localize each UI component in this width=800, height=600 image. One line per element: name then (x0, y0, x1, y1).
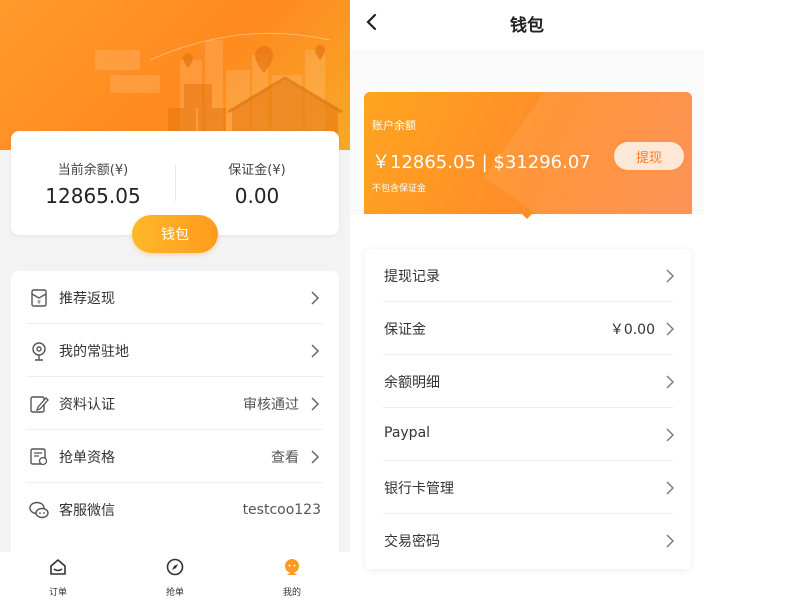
tab-grab-orders[interactable]: 抢单 (117, 552, 233, 600)
wallet-button[interactable]: 钱包 (132, 215, 218, 253)
menu-item-label: 银行卡管理 (384, 481, 454, 497)
chevron-right-icon (311, 397, 320, 411)
tab-label: 订单 (48, 588, 67, 598)
account-balance-amount: ￥12865.05 | $31296.07 (372, 152, 591, 173)
chevron-right-icon (666, 534, 674, 548)
menu-item-bank-cards[interactable]: 银行卡管理 (365, 461, 691, 514)
edit-document-icon (30, 396, 49, 413)
certificate-icon (30, 448, 48, 466)
chevron-right-icon (311, 344, 320, 358)
current-balance-label: 当前余额(¥) (57, 163, 129, 178)
bottom-tab-bar: 订单 抢单 我的 (0, 552, 350, 600)
tab-mine[interactable]: 我的 (234, 552, 350, 600)
nav-header: 钱包 (350, 0, 800, 50)
chevron-right-icon (311, 450, 320, 464)
wechat-icon (29, 501, 49, 519)
chevron-right-icon (311, 291, 320, 305)
view-link[interactable]: 查看 (271, 447, 299, 467)
current-balance: 当前余额(¥) 12865.05 (11, 159, 175, 208)
tab-label: 抢单 (165, 588, 184, 598)
chevron-right-icon (666, 481, 674, 495)
menu-item-deposit[interactable]: 保证金 ￥0.00 (365, 302, 691, 355)
chevron-right-icon (666, 322, 674, 336)
menu-item-label: 余额明细 (384, 375, 440, 391)
chevron-right-icon (666, 269, 674, 283)
tab-orders[interactable]: 订单 (0, 552, 116, 600)
menu-item-balance-details[interactable]: 余额明细 (365, 355, 691, 408)
account-balance-card: 账户余额 ￥12865.05 | $31296.07 不包含保证金 提现 (364, 92, 692, 214)
menu-item-label: 客服微信 (59, 502, 115, 519)
deposit-value: 0.00 (234, 184, 280, 208)
location-pin-icon (32, 342, 46, 361)
menu-item-referral-cashback[interactable]: ¥ 推荐返现 (11, 271, 339, 324)
menu-item-label: 交易密码 (384, 534, 440, 550)
menu-item-label: 保证金 (384, 322, 426, 338)
profile-menu: ¥ 推荐返现 我的常驻地 资料认证 审核通过 抢单资格 查看 客服微信 test… (11, 271, 339, 571)
deposit-label: 保证金(¥) (228, 163, 286, 178)
menu-item-verification[interactable]: 资料认证 审核通过 (11, 377, 339, 430)
profile-screen: 当前余额(¥) 12865.05 保证金(¥) 0.00 钱包 ¥ 推荐返现 我… (0, 0, 350, 600)
compass-icon (166, 558, 184, 576)
wallet-menu: 提现记录 保证金 ￥0.00 余额明细 Paypal 银行卡管理 交易密码 (365, 249, 691, 569)
header-banner (0, 0, 350, 150)
account-balance-note: 不包含保证金 (372, 184, 427, 194)
current-balance-value: 12865.05 (45, 184, 141, 208)
tab-label: 我的 (282, 588, 301, 598)
card-pointer (520, 212, 534, 219)
deposit-balance: 保证金(¥) 0.00 (175, 159, 339, 208)
menu-item-label: 提现记录 (384, 269, 440, 285)
page-title: 钱包 (510, 16, 544, 36)
menu-item-transaction-password[interactable]: 交易密码 (365, 514, 691, 567)
inbox-icon (50, 559, 66, 575)
svg-text:¥: ¥ (37, 299, 41, 306)
chevron-right-icon (666, 375, 674, 389)
menu-item-grab-qualification[interactable]: 抢单资格 查看 (11, 430, 339, 483)
deposit-amount: ￥0.00 (609, 322, 655, 338)
menu-item-residence[interactable]: 我的常驻地 (11, 324, 339, 377)
menu-item-label: Paypal (384, 425, 431, 441)
wallet-screen: 钱包 账户余额 ￥12865.05 | $31296.07 不包含保证金 提现 … (350, 0, 800, 600)
menu-item-label: 资料认证 (59, 396, 115, 413)
menu-item-paypal[interactable]: Paypal (365, 408, 691, 461)
menu-item-label: 抢单资格 (59, 449, 115, 466)
wechat-id: testcoo123 (242, 501, 321, 518)
city-illustration-icon (95, 32, 343, 150)
gift-envelope-icon: ¥ (31, 289, 47, 307)
menu-item-label: 推荐返现 (59, 290, 115, 307)
menu-item-customer-wechat[interactable]: 客服微信 testcoo123 (11, 483, 339, 536)
menu-item-label: 我的常驻地 (59, 343, 129, 360)
verification-status: 审核通过 (243, 396, 299, 413)
menu-item-withdraw-records[interactable]: 提现记录 (365, 249, 691, 302)
avatar-icon (285, 559, 299, 575)
withdraw-button[interactable]: 提现 (614, 142, 684, 170)
account-balance-label: 账户余额 (372, 119, 416, 132)
chevron-right-icon (666, 428, 674, 442)
